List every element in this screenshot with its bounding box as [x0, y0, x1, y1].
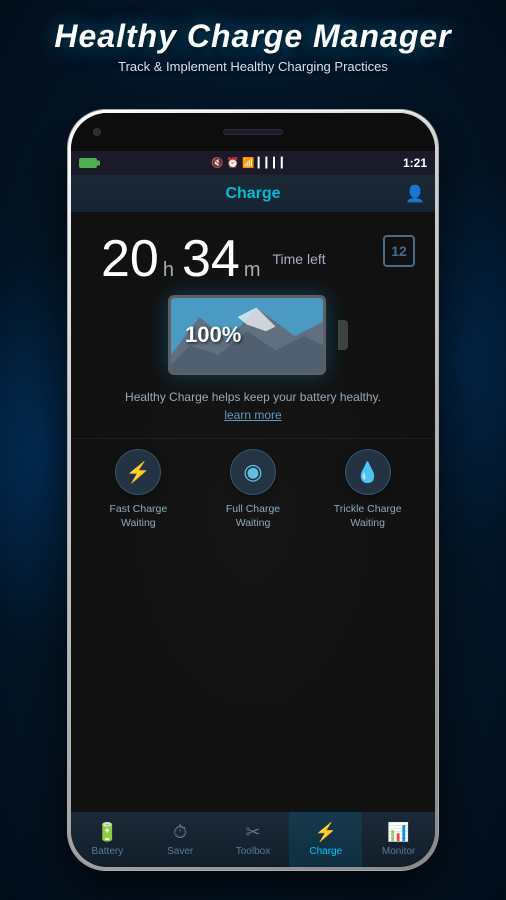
battery-tab-label: Battery	[92, 846, 124, 857]
status-time: 1:21	[403, 156, 427, 170]
phone-top-bar	[71, 113, 435, 151]
battery-tab-icon: 🔋	[96, 822, 118, 843]
full-charge-icon-circle: ◉	[230, 449, 276, 495]
fast-charge-icon: ⚡	[126, 460, 151, 485]
fast-charge-mode[interactable]: ⚡ Fast ChargeWaiting	[81, 449, 196, 530]
learn-more-link[interactable]: learn more	[71, 408, 435, 422]
status-icons: 🔇 ⏰ 📶 ▎▎▎▎	[211, 158, 288, 169]
full-charge-mode[interactable]: ◉ Full ChargeWaiting	[196, 449, 311, 530]
status-left	[79, 158, 97, 168]
phone-mockup: 🔇 ⏰ 📶 ▎▎▎▎ 1:21 Charge 👤	[68, 110, 438, 870]
saver-tab-icon: ⏱	[173, 822, 187, 843]
calendar-icon[interactable]: 12	[383, 235, 415, 267]
time-mins-unit: m	[244, 259, 261, 282]
battery-3d: 100%	[168, 295, 338, 375]
speaker-grille	[223, 129, 283, 135]
trickle-charge-label: Trickle ChargeWaiting	[334, 503, 402, 530]
trickle-charge-icon-circle: 💧	[345, 449, 391, 495]
tab-monitor[interactable]: 📊 Monitor	[362, 812, 435, 867]
tab-saver[interactable]: ⏱ Saver	[144, 812, 217, 867]
time-mins: 34	[182, 233, 240, 285]
phone-inner: 🔇 ⏰ 📶 ▎▎▎▎ 1:21 Charge 👤	[71, 113, 435, 867]
mute-icon: 🔇	[211, 158, 223, 169]
phone-outer: 🔇 ⏰ 📶 ▎▎▎▎ 1:21 Charge 👤	[68, 110, 438, 870]
nav-title: Charge	[225, 185, 280, 203]
battery-visual-container: 100%	[71, 295, 435, 375]
time-hours: 20	[101, 233, 159, 285]
app-subtitle: Track & Implement Healthy Charging Pract…	[20, 59, 486, 74]
full-charge-icon: ◉	[243, 459, 262, 485]
monitor-tab-icon: 📊	[387, 822, 409, 843]
fast-charge-icon-circle: ⚡	[115, 449, 161, 495]
wifi-icon: 📶	[242, 158, 254, 169]
battery-status-icon	[79, 158, 97, 168]
alarm-icon: ⏰	[227, 158, 239, 169]
toolbox-tab-label: Toolbox	[236, 846, 270, 857]
monitor-tab-label: Monitor	[382, 846, 415, 857]
info-text: Healthy Charge helps keep your battery h…	[71, 390, 435, 408]
tab-toolbox[interactable]: ✂ Toolbox	[217, 812, 290, 867]
header: Healthy Charge Manager Track & Implement…	[0, 0, 506, 84]
nav-user-icon[interactable]: 👤	[405, 184, 425, 204]
trickle-charge-icon: 💧	[355, 460, 380, 485]
time-left-label: Time left	[272, 251, 325, 267]
battery-percentage: 100%	[185, 322, 241, 348]
time-hours-unit: h	[163, 259, 174, 282]
phone-nav: Charge 👤	[71, 175, 435, 213]
tab-charge[interactable]: ⚡ Charge	[289, 812, 362, 867]
phone-content-inner: 20 h 34 m Time left 12	[71, 213, 435, 530]
camera-dot	[93, 128, 101, 136]
bottom-tab-bar: 🔋 Battery ⏱ Saver ✂ Toolbox ⚡ Charge 📊	[71, 811, 435, 867]
tab-battery[interactable]: 🔋 Battery	[71, 812, 144, 867]
status-bar: 🔇 ⏰ 📶 ▎▎▎▎ 1:21	[71, 151, 435, 175]
time-display: 20 h 34 m Time left 12	[71, 213, 435, 295]
phone-content: 20 h 34 m Time left 12	[71, 213, 435, 811]
charge-tab-icon: ⚡	[315, 822, 337, 843]
battery-body: 100%	[168, 295, 326, 375]
trickle-charge-mode[interactable]: 💧 Trickle ChargeWaiting	[310, 449, 425, 530]
battery-tip	[338, 320, 348, 350]
saver-tab-label: Saver	[167, 846, 193, 857]
full-charge-label: Full ChargeWaiting	[226, 503, 280, 530]
calendar-icon-area[interactable]: 12	[383, 235, 415, 267]
toolbox-tab-icon: ✂	[245, 822, 260, 843]
signal-icon: ▎▎▎▎	[258, 158, 289, 169]
charging-modes: ⚡ Fast ChargeWaiting ◉ Full ChargeWaitin…	[71, 438, 435, 530]
fast-charge-label: Fast ChargeWaiting	[109, 503, 167, 530]
charge-tab-label: Charge	[309, 846, 342, 857]
app-title: Healthy Charge Manager	[20, 18, 486, 55]
